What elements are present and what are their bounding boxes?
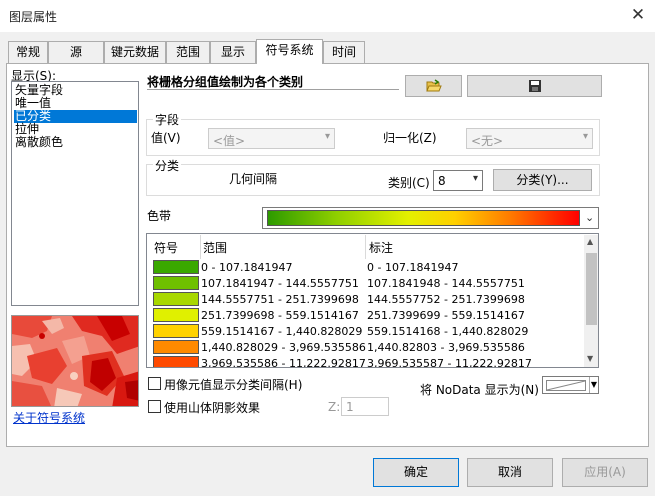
close-icon[interactable]: ✕ [626, 4, 650, 26]
class-range: 0 - 107.1841947 [201, 261, 293, 274]
open-folder-button[interactable] [405, 75, 462, 97]
classify-button[interactable]: 分类(Y)... [493, 169, 592, 191]
class-label: 559.1514168 - 1,440.828029 [367, 325, 529, 338]
no-color-icon [546, 380, 586, 391]
class-label: 107.1841948 - 144.5557751 [367, 277, 525, 290]
column-header-label[interactable]: 标注 [369, 239, 393, 256]
class-symbol[interactable] [153, 340, 199, 354]
class-label: 0 - 107.1841947 [367, 261, 459, 274]
value-combo[interactable]: <值> ▾ [208, 128, 335, 149]
tab-source[interactable]: 源 [48, 41, 104, 63]
color-ramp-label: 色带 [147, 209, 172, 223]
classification-method: 几何间隔 [229, 172, 278, 186]
save-button[interactable] [467, 75, 602, 97]
chevron-up-icon[interactable]: ▲ [587, 237, 593, 246]
class-range: 1,440.828029 - 3,969.535586 [201, 341, 366, 354]
class-range: 3,969.535586 - 11,222.92817 [201, 357, 366, 368]
class-symbol[interactable] [153, 324, 199, 338]
normalize-combo[interactable]: <无> ▾ [466, 128, 593, 149]
class-symbol[interactable] [153, 356, 199, 367]
value-combo-text: <值> [213, 134, 246, 148]
z-label: Z: [328, 400, 341, 414]
column-divider [200, 235, 201, 259]
hillshade-checkbox[interactable] [148, 400, 161, 413]
tab-display[interactable]: 显示 [210, 41, 256, 63]
save-icon [529, 80, 541, 92]
chevron-down-icon: ▾ [324, 131, 330, 142]
class-range: 251.7399698 - 559.1514167 [201, 309, 359, 322]
title-bar [0, 0, 655, 32]
renderer-heading: 将栅格分组值绘制为各个类别 [147, 75, 304, 89]
nodata-color-picker[interactable]: ▼ [542, 376, 599, 394]
scrollbar-thumb[interactable] [586, 253, 597, 325]
class-label: 251.7399699 - 559.1514167 [367, 309, 525, 322]
tab-key-metadata[interactable]: 键元数据 [104, 41, 166, 63]
color-ramp-preview [267, 210, 580, 226]
chevron-down-icon: ⌄ [585, 211, 595, 224]
table-scrollbar[interactable]: ▲ ▼ [584, 235, 598, 367]
window-title: 图层属性 [9, 10, 58, 24]
classes-label: 类别(C) [388, 176, 430, 190]
class-range: 144.5557751 - 251.7399698 [201, 293, 359, 306]
open-folder-icon [426, 79, 442, 92]
normalize-combo-text: <无> [471, 134, 504, 148]
chevron-down-icon: ▾ [472, 173, 478, 184]
classes-combo[interactable]: 8 ▾ [433, 170, 483, 191]
tab-extent[interactable]: 范围 [166, 41, 210, 63]
tab-time[interactable]: 时间 [323, 41, 365, 63]
color-ramp-combo[interactable]: ⌄ [262, 207, 599, 229]
ok-button[interactable]: 确定 [373, 458, 459, 487]
heading-divider [147, 89, 399, 90]
class-label: 144.5557752 - 251.7399698 [367, 293, 525, 306]
column-divider [365, 235, 366, 259]
tab-symbology[interactable]: 符号系统 [256, 39, 323, 64]
cancel-button[interactable]: 取消 [467, 458, 553, 487]
hillshade-label: 使用山体阴影效果 [164, 401, 261, 415]
class-range: 107.1841947 - 144.5557751 [201, 277, 359, 290]
chevron-down-icon: ▼ [589, 377, 598, 393]
symbology-preview-image [11, 315, 139, 407]
classes-value: 8 [438, 174, 446, 188]
nodata-label: 将 NoData 显示为(N) [420, 383, 539, 397]
class-label: 1,440.82803 - 3,969.535586 [367, 341, 525, 354]
class-symbol[interactable] [153, 260, 199, 274]
list-item[interactable]: 离散颜色 [14, 136, 137, 149]
about-symbology-link[interactable]: 关于符号系统 [13, 409, 85, 426]
chevron-down-icon: ▾ [582, 131, 588, 142]
z-factor-input[interactable]: 1 [341, 397, 389, 416]
show-class-breaks-label: 用像元值显示分类间隔(H) [164, 378, 303, 392]
apply-button[interactable]: 应用(A) [562, 458, 648, 487]
column-header-range[interactable]: 范围 [203, 239, 227, 256]
class-label: 3,969.535587 - 11,222.92817 [367, 357, 532, 368]
show-class-breaks-checkbox[interactable] [148, 377, 161, 390]
value-label: 值(V) [151, 131, 181, 145]
class-table[interactable]: 符号 范围 标注 0 - 107.1841947 0 - 107.1841947… [146, 233, 599, 368]
class-range: 559.1514167 - 1,440.828029 [201, 325, 363, 338]
normalize-label: 归一化(Z) [383, 131, 437, 145]
renderer-list[interactable]: 矢量字段 唯一值 已分类 拉伸 离散颜色 [11, 81, 139, 306]
tab-general[interactable]: 常规 [8, 41, 48, 63]
column-header-symbol[interactable]: 符号 [154, 239, 178, 256]
chevron-down-icon[interactable]: ▼ [587, 354, 593, 363]
classification-group-label: 分类 [153, 157, 182, 174]
class-symbol[interactable] [153, 276, 199, 290]
fields-group-label: 字段 [153, 111, 182, 128]
class-symbol[interactable] [153, 292, 199, 306]
class-symbol[interactable] [153, 308, 199, 322]
